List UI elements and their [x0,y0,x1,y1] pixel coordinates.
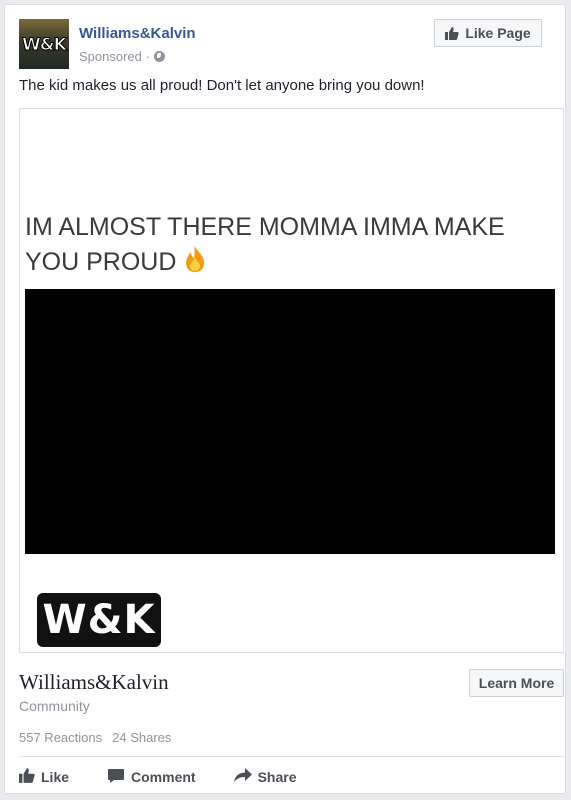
page-name-link[interactable]: Williams&Kalvin [79,25,196,42]
thumbs-up-icon [445,26,459,40]
post-image[interactable]: IM ALMOST THERE MOMMA IMMA MAKE YOU PROU… [19,108,564,653]
comment-label: Comment [131,769,196,785]
sponsored-post-card: W&K Williams&Kalvin Sponsored · Like Pag… [4,4,566,794]
like-label: Like [41,769,70,785]
reactions-count[interactable]: 557 Reactions [19,730,102,745]
like-page-label: Like Page [465,25,531,41]
sponsored-text: Sponsored · [79,49,150,64]
fire-emoji-icon [180,244,210,283]
meme-caption: IM ALMOST THERE MOMMA IMMA MAKE YOU PROU… [25,210,545,283]
thumbs-up-icon [19,768,35,786]
globe-icon [153,51,165,62]
share-label: Share [257,769,297,785]
link-page-category: Community [19,698,90,714]
share-button[interactable]: Share [233,768,297,786]
wk-logo: W&K [37,593,161,647]
page-avatar[interactable]: W&K [19,19,69,69]
avatar-logo-text: W&K [22,35,68,56]
like-button[interactable]: Like [19,768,69,786]
wk-logo-text: W&K [42,597,156,643]
like-page-button[interactable]: Like Page [434,19,542,47]
meme-caption-text: IM ALMOST THERE MOMMA IMMA MAKE YOU PROU… [25,213,505,277]
comment-bubble-icon [107,768,125,787]
engagement-stats: 557 Reactions 24 Shares [19,730,171,745]
post-actions-bar: Like Comment Share [19,763,297,791]
actions-divider [19,756,564,757]
share-arrow-icon [233,768,252,786]
sponsored-label: Sponsored · [79,49,165,64]
post-message: The kid makes us all proud! Don't let an… [19,77,425,94]
link-page-name[interactable]: Williams&Kalvin [19,670,169,695]
comment-button[interactable]: Comment [107,768,196,787]
shares-count[interactable]: 24 Shares [112,730,171,745]
learn-more-button[interactable]: Learn More [469,669,564,697]
redacted-image-area [25,289,555,554]
